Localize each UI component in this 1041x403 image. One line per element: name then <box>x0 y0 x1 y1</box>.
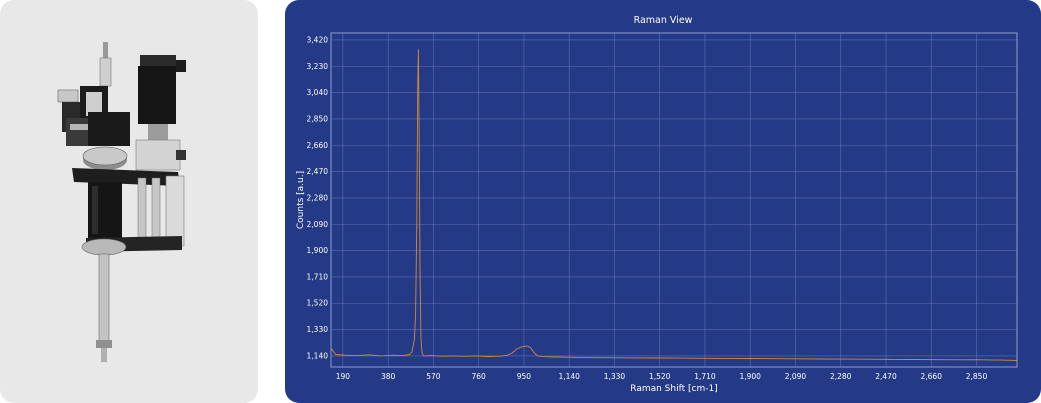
series-line <box>330 49 1018 361</box>
x-tick-label: 760 <box>472 372 487 381</box>
y-tick-label: 1,710 <box>307 272 329 281</box>
y-tick-label: 3,420 <box>307 35 329 44</box>
grid <box>331 33 1017 367</box>
y-tick-label: 1,330 <box>307 325 329 334</box>
y-tick-label: 1,900 <box>307 246 329 255</box>
series-layer <box>330 49 1018 361</box>
y-tick-label: 3,230 <box>307 62 329 71</box>
x-tick-label: 380 <box>381 372 396 381</box>
y-tick-label: 2,850 <box>307 114 329 123</box>
x-tick-label: 1,900 <box>739 372 761 381</box>
y-tick-label: 3,040 <box>307 88 329 97</box>
x-tick-label: 2,280 <box>830 372 852 381</box>
y-tick-label: 1,140 <box>307 351 329 360</box>
y-axis-label: Counts [a.u.] <box>296 171 306 229</box>
x-tick-label: 1,140 <box>558 372 580 381</box>
x-tick-label: 1,520 <box>649 372 671 381</box>
product-image-panel <box>0 0 258 403</box>
tick-labels: 1,140 1,330 1,520 1,710 1,900 2,090 2,280 2,470… <box>307 35 988 381</box>
x-tick-label: 950 <box>517 372 532 381</box>
x-tick-label: 1,330 <box>604 372 626 381</box>
x-tick-label: 2,090 <box>785 372 807 381</box>
x-tick-label: 570 <box>426 372 441 381</box>
x-axis-label: Raman Shift [cm-1] <box>630 384 717 394</box>
y-tick-label: 2,470 <box>307 167 329 176</box>
x-tick-label: 1,710 <box>694 372 716 381</box>
y-tick-label: 2,090 <box>307 220 329 229</box>
plot-frame <box>330 32 1018 368</box>
x-tick-label: 2,470 <box>875 372 897 381</box>
y-tick-label: 2,280 <box>307 193 329 202</box>
x-tick-label: 2,660 <box>921 372 943 381</box>
x-tick-label: 2,850 <box>966 372 988 381</box>
x-tick-label: 190 <box>336 372 351 381</box>
raman-chart-panel: Raman View 1,140 1,330 1,520 1,710 1,900 2,09… <box>285 0 1041 403</box>
raman-chart: 1,140 1,330 1,520 1,710 1,900 2,090 2,280 2,470… <box>296 32 1018 394</box>
raman-probe-image <box>57 42 186 362</box>
y-tick-label: 2,660 <box>307 141 329 150</box>
y-tick-label: 1,520 <box>307 299 329 308</box>
